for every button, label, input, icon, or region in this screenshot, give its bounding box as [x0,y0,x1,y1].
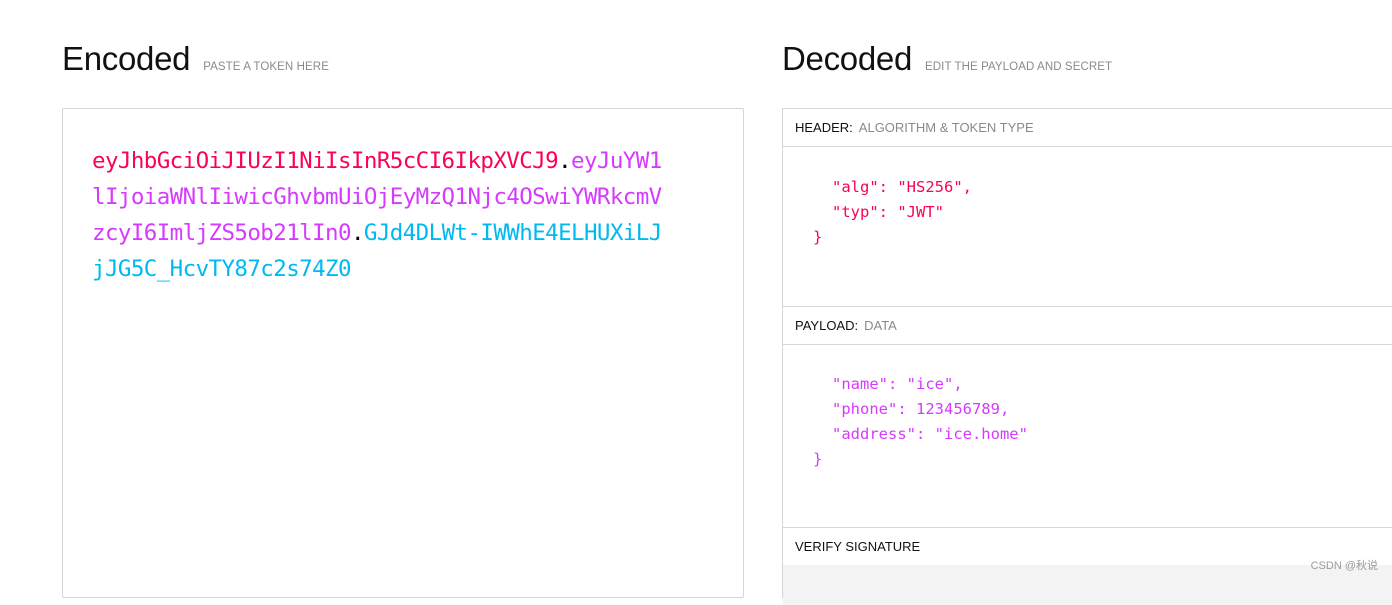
decoded-heading: Decoded EDIT THE PAYLOAD AND SECRET [782,40,1112,78]
header-sublabel: ALGORITHM & TOKEN TYPE [858,120,1034,135]
token-text[interactable]: eyJhbGciOiJIUzI1NiIsInR5cCI6IkpXVCJ9.eyJ… [92,143,662,287]
encoded-heading: Encoded PASTE A TOKEN HERE [62,40,329,78]
token-dot-separator: . [558,148,572,174]
encoded-subtitle: PASTE A TOKEN HERE [203,61,329,73]
payload-section-label: PAYLOAD: DATA [783,306,1392,345]
code-line: } [813,228,823,246]
payload-json-editor[interactable]: "name": "ice", "phone": 123456789, "addres… [813,372,1028,472]
token-dot-separator: . [350,220,365,246]
code-line: "name": "ice", [832,375,963,393]
watermark: CSDN @秋说 [1310,560,1378,572]
verify-signature-label: VERIFY SIGNATURE [795,539,921,554]
code-line: "typ": "JWT" [832,203,944,221]
verify-signature-label-row: VERIFY SIGNATURE [783,527,1392,566]
header-label: HEADER: [795,120,853,135]
decoded-subtitle: EDIT THE PAYLOAD AND SECRET [925,61,1113,73]
decoded-panel: HEADER: ALGORITHM & TOKEN TYPE "alg": "H… [782,108,1392,605]
encoded-title: Encoded [62,40,191,77]
code-line: "alg": "HS256", [832,178,972,196]
token-header-part: eyJhbGciOiJIUzI1NiIsInR5cCI6IkpXVCJ9 [92,148,559,174]
code-line: } [813,450,823,468]
code-line: "address": "ice.home" [832,425,1028,443]
decoded-title: Decoded [782,40,912,77]
header-json-editor[interactable]: "alg": "HS256", "typ": "JWT"} [813,175,972,250]
payload-sublabel: DATA [864,318,897,333]
payload-label: PAYLOAD: [795,318,859,333]
code-line: "phone": 123456789, [832,400,1010,418]
header-section-label: HEADER: ALGORITHM & TOKEN TYPE [783,109,1392,147]
verify-signature-body [783,565,1392,605]
encoded-token-editor[interactable]: eyJhbGciOiJIUzI1NiIsInR5cCI6IkpXVCJ9.eyJ… [62,108,744,598]
